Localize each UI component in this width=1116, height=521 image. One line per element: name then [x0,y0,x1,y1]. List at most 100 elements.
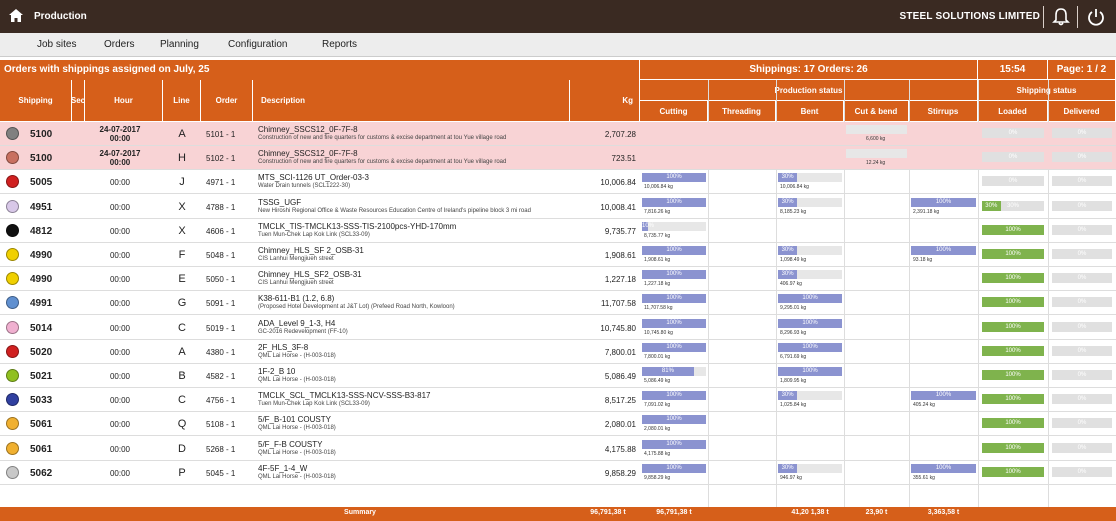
description-detail: CIS Lanhui Mengjiueh street [258,256,334,262]
cutting-weight: 7,091.02 kg [644,402,671,408]
col-delivered[interactable]: Delivered [1048,101,1116,122]
table-row[interactable]: 5014 00:00 C 5019 - 1 ADA_Level 9_1-3, H4 GC-… [0,316,1116,340]
power-icon[interactable] [1085,7,1107,27]
description-detail: New Hiroshi Regional Office & Waste Reso… [258,208,531,214]
cutting-weight: 8,735.77 kg [644,233,671,239]
col-shipping[interactable]: Shipping [0,80,72,122]
delivered-track: 0% [1052,322,1112,332]
col-cut-bend[interactable]: Cut & bend [844,101,909,122]
col-threading[interactable]: Threading [708,101,776,122]
table-row[interactable]: 4990 00:00 F 5048 - 1 Chimney_HLS_SF 2_OSB-3… [0,243,1116,267]
cutting-progress-bar: 100% [642,464,706,473]
table-row[interactable]: 4991 00:00 G 5091 - 1 K38-611-B1 (1.2, 6.8)(… [0,291,1116,315]
col-hour[interactable]: Hour [85,80,163,122]
col-line[interactable]: Line [163,80,201,122]
cutting-weight: 10,745.80 kg [644,330,673,336]
shipping-number: 5100 [30,152,53,164]
shipping-number: 5062 [30,467,53,479]
weight-kg: 5,086.49 [604,371,636,381]
bent-weight: 8,296.93 kg [780,330,807,336]
line: B [178,370,186,382]
description-title: 5/F_B-101 COUSTY [258,415,331,424]
status-dot [6,321,19,334]
cutting-progress-bar: 100% [642,440,706,449]
bent-progress-bar: 30% [778,270,798,279]
description: 4F-5F_1-4_W QML Lai Horse - (H-003-018) [258,461,570,485]
col-cutting[interactable]: Cutting [640,101,708,122]
col-description[interactable]: Description [253,80,570,122]
cutting-weight: 4,175.88 kg [644,451,671,457]
cut-bend-weight: 12.24 kg [866,160,886,166]
stirrups-weight: 93.18 kg [913,257,933,263]
delivered-track: 0% [1052,443,1112,453]
cutting-weight: 10,006.84 kg [644,184,673,190]
menu-job-sites[interactable]: Job sites [37,39,76,50]
table-row[interactable]: 5033 00:00 C 4756 - 1 TMCLK_SCL_TMCLK13-SSS-… [0,388,1116,412]
description-detail: Construction of new and fire quarters fo… [258,135,507,141]
description: 5/F_F-B COUSTY QML Lai Horse - (H-003-018… [258,437,570,461]
col-order[interactable]: Order [201,80,253,122]
col-stirrups[interactable]: Stirrups [909,101,978,122]
status-dot-cell [0,146,30,170]
menu-planning[interactable]: Planning [160,39,199,50]
bell-icon[interactable] [1050,7,1072,27]
cutting-weight: 9,858.29 kg [644,475,671,481]
status-dot [6,369,19,382]
status-dot [6,224,19,237]
orders-title: Orders with shippings assigned on July, … [0,60,640,80]
order-number: 5091 - 1 [206,298,236,308]
weight-kg: 10,745.80 [600,323,636,333]
hour: 00:00 [109,323,131,333]
table-row[interactable]: 4812 00:00 X 4606 - 1 TMCLK_TIS-TMCLK13-SSS-… [0,219,1116,243]
loaded-progress-bar: 100% [982,370,1044,380]
description-detail: Water Drain tunnels (SCL1222-30) [258,183,351,189]
table-row[interactable]: 5062 00:00 P 5045 - 1 4F-5F_1-4_W QML Lai Hor… [0,461,1116,485]
description-detail: CIS Lanhui Mengjiueh street [258,280,334,286]
home-icon[interactable] [9,9,23,22]
shipping-number: 4990 [30,273,53,285]
weight-kg: 11,707.58 [601,298,636,308]
status-dot [6,393,19,406]
description-detail: GC-2016 Redevelopment (FF-10) [258,329,348,335]
status-dot-cell [0,267,30,291]
description: Chimney_SSCS12_0F-7F-8 Construction of ne… [258,146,570,170]
line: C [178,322,186,334]
loaded-progress-bar: 100% [982,443,1044,453]
shipping-number: 5020 [30,346,53,358]
cutting-progress-bar: 81% [642,367,694,376]
col-loaded[interactable]: Loaded [978,101,1048,122]
table-row[interactable]: 5061 00:00 D 5268 - 1 5/F_F-B COUSTY QML Lai … [0,437,1116,461]
status-dot [6,466,19,479]
table-row[interactable]: 5100 24-07-2017 00:00 H 5102 - 1 Chimney_SSC… [0,146,1116,170]
col-kg[interactable]: Kg [570,80,640,122]
col-sec[interactable]: Sec [71,80,85,122]
weight-kg: 2,080.01 [604,419,636,429]
company-name: STEEL SOLUTIONS LIMITED [899,11,1040,22]
col-bent[interactable]: Bent [776,101,844,122]
stirrups-progress-bar: 100% [911,391,976,400]
table-row[interactable]: 5005 00:00 J 4971 - 1 MTS_SCI-1126 UT_Order-… [0,170,1116,194]
menu-orders[interactable]: Orders [104,39,135,50]
table-row[interactable]: 5020 00:00 A 4380 - 1 2F_HLS_3F-8 QML Lai Hor… [0,340,1116,364]
line: A [178,346,186,358]
table-row[interactable]: 5061 00:00 Q 5108 - 1 5/F_B-101 COUSTY QML La… [0,412,1116,436]
menu-reports[interactable]: Reports [322,39,357,50]
loaded-progress-bar: 100% [982,467,1044,477]
table-row[interactable]: 4951 00:00 X 4788 - 1 TSSG_UGF New Hiroshi Re… [0,195,1116,219]
table-row[interactable]: 5021 00:00 B 4582 - 1 1F-2_B 10 QML Lai Horse… [0,364,1116,388]
description-detail: QML Lai Horse - (H-003-018) [258,474,336,480]
table-row[interactable]: 5100 24-07-2017 00:00 A 5101 - 1 Chimney_SSC… [0,122,1116,146]
bent-progress-bar: 100% [778,319,842,328]
page-indicator[interactable]: Page: 1 / 2 [1048,60,1116,80]
description-title: MTS_SCI-1126 UT_Order-03-3 [258,173,369,182]
loaded-track: 0% [982,176,1044,186]
hour: 00:00 [109,250,131,260]
status-dot-cell [0,316,30,340]
weight-kg: 10,006.84 [600,177,636,187]
hour: 00:00 [109,274,131,284]
table-row[interactable]: 4990 00:00 E 5050 - 1 Chimney_HLS_SF2_OSB-31… [0,267,1116,291]
menu-configuration[interactable]: Configuration [228,39,287,50]
order-number: 5048 - 1 [206,250,236,260]
clock: 15:54 [978,60,1048,80]
status-dot [6,417,19,430]
